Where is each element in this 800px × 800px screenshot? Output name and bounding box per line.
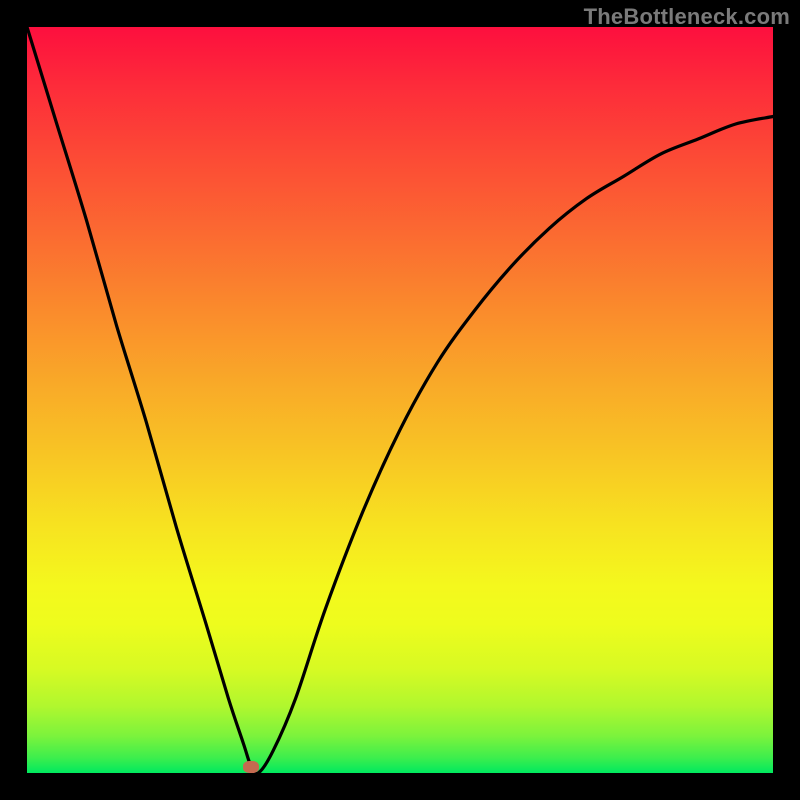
chart-frame: TheBottleneck.com (0, 0, 800, 800)
optimum-marker (243, 761, 259, 773)
bottleneck-curve (27, 27, 773, 773)
curve-path (27, 27, 773, 774)
watermark-text: TheBottleneck.com (584, 4, 790, 30)
